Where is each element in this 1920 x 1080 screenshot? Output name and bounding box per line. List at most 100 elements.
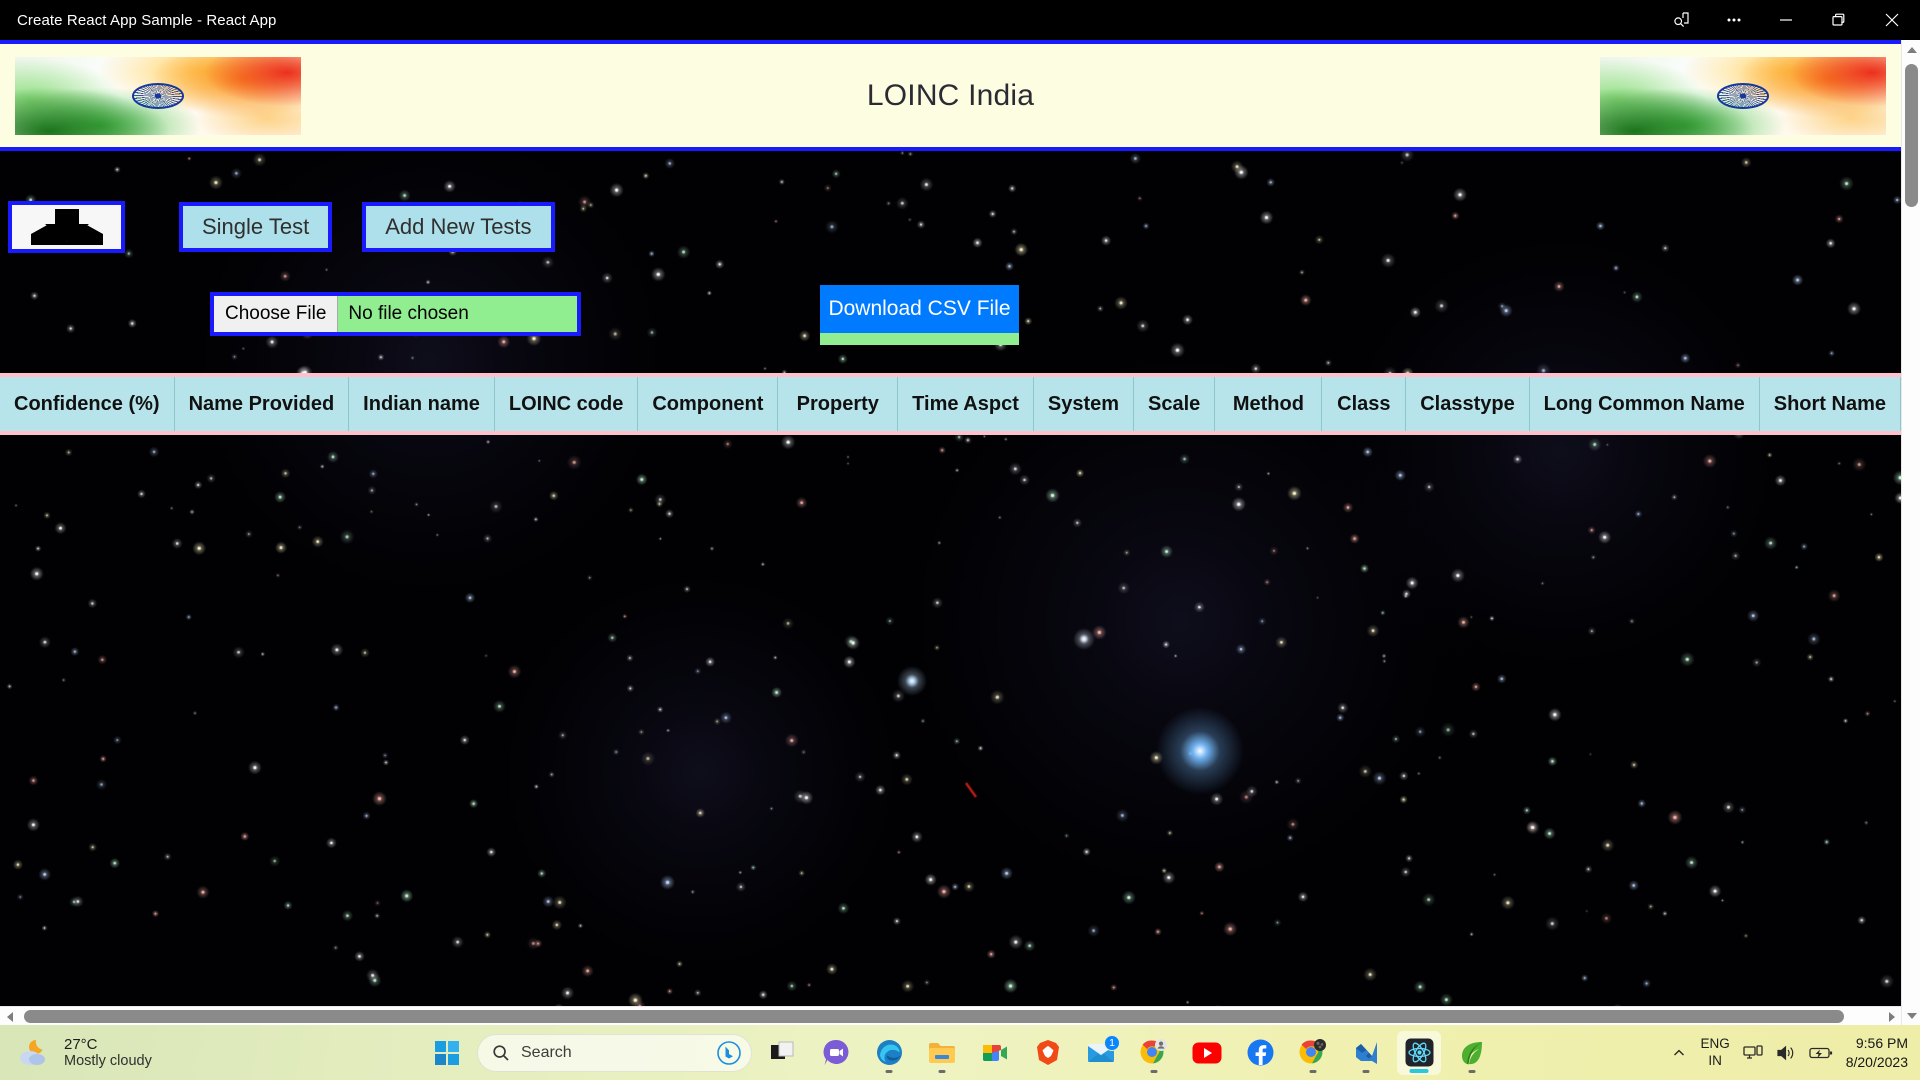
running-indicator [1151, 1070, 1158, 1073]
scroll-up-arrow-icon[interactable] [1902, 40, 1920, 59]
minimize-button[interactable] [1760, 0, 1812, 40]
vertical-scrollbar[interactable] [1901, 40, 1920, 1025]
taskbar-app-mail[interactable]: 1 [1079, 1031, 1123, 1075]
ashoka-chakra-icon [132, 83, 184, 109]
download-csv-button[interactable]: Download CSV File [820, 285, 1019, 333]
taskbar-app-microsoft-edge[interactable] [867, 1031, 911, 1075]
running-indicator [886, 1070, 893, 1073]
running-indicator [939, 1070, 946, 1073]
search-input[interactable]: Search [477, 1034, 752, 1072]
table-column-header[interactable]: Confidence (%) [0, 377, 175, 431]
chevron-up-icon[interactable] [1671, 1045, 1687, 1061]
toolbar: Single Test Add New Tests [0, 192, 1901, 262]
chrome-icon [1299, 1039, 1327, 1066]
taskbar-app-leaf-app[interactable] [1450, 1031, 1494, 1075]
taskbar-app-file-explorer[interactable] [920, 1031, 964, 1075]
table-column-header[interactable]: Component [638, 377, 778, 431]
taskbar-app-chat[interactable] [814, 1031, 858, 1075]
table-column-header[interactable]: System [1034, 377, 1134, 431]
ashoka-chakra-icon [1717, 83, 1769, 109]
system-tray: ENG IN 9:56 PM 8/20/2023 [1671, 1034, 1908, 1072]
single-test-button[interactable]: Single Test [179, 202, 332, 252]
taskbar-app-task-view[interactable] [761, 1031, 805, 1075]
leaf-icon [1459, 1040, 1485, 1066]
table-column-header[interactable]: Classtype [1406, 377, 1530, 431]
brave-icon [1035, 1039, 1061, 1066]
weather-temperature: 27°C [64, 1036, 152, 1053]
google-meet-icon [981, 1041, 1009, 1065]
upload-row: Choose File No file chosen Download CSV … [0, 285, 1901, 355]
table-column-header[interactable]: Short Name [1760, 377, 1901, 431]
horizontal-scrollbar[interactable] [0, 1006, 1901, 1025]
taskbar-app-youtube[interactable] [1185, 1031, 1229, 1075]
table-column-header[interactable]: LOINC code [495, 377, 638, 431]
table-header-row: Confidence (%)Name ProvidedIndian nameLO… [0, 377, 1901, 431]
table-column-header[interactable]: Property [778, 377, 898, 431]
scroll-down-arrow-icon[interactable] [1902, 1006, 1920, 1025]
taskbar-app-react-app[interactable] [1397, 1031, 1441, 1075]
youtube-icon [1192, 1042, 1222, 1064]
file-explorer-icon [928, 1041, 956, 1065]
taskbar: 27°C Mostly cloudy Search [0, 1025, 1920, 1080]
app-header: LOINC India [0, 40, 1901, 151]
taskbar-center-cluster: Search [426, 1031, 1494, 1075]
react-icon [1405, 1038, 1434, 1067]
starfield-background [0, 151, 1901, 1025]
taskbar-app-chrome-dark[interactable] [1291, 1031, 1335, 1075]
mail-badge: 1 [1104, 1035, 1120, 1051]
restore-button[interactable] [1812, 0, 1864, 40]
chat-icon [823, 1039, 850, 1066]
taskbar-app-chrome-profile[interactable] [1132, 1031, 1176, 1075]
page-title: LOINC India [867, 79, 1034, 113]
search-placeholder: Search [521, 1044, 706, 1062]
add-new-tests-button[interactable]: Add New Tests [362, 202, 554, 252]
facebook-icon [1247, 1039, 1274, 1066]
download-tray-icon-button[interactable] [8, 201, 125, 253]
table-column-header[interactable]: Long Common Name [1530, 377, 1760, 431]
table-column-header[interactable]: Method [1215, 377, 1322, 431]
windows-start-icon[interactable] [426, 1032, 468, 1074]
moon-cloud-icon [18, 1037, 52, 1067]
close-button[interactable] [1864, 0, 1920, 40]
clock[interactable]: 9:56 PM 8/20/2023 [1846, 1034, 1908, 1072]
snip-search-icon[interactable] [1656, 0, 1708, 40]
table-column-header[interactable]: Name Provided [175, 377, 350, 431]
search-icon [492, 1044, 510, 1062]
table-column-header[interactable]: Indian name [349, 377, 495, 431]
running-indicator [1310, 1070, 1317, 1073]
table-column-header[interactable]: Class [1322, 377, 1406, 431]
running-indicator [1363, 1070, 1370, 1073]
scroll-left-arrow-icon[interactable] [0, 1007, 19, 1026]
taskbar-app-google-meet[interactable] [973, 1031, 1017, 1075]
weather-widget[interactable]: 27°C Mostly cloudy [18, 1036, 208, 1070]
choose-file-button[interactable]: Choose File [214, 296, 338, 332]
file-status-text: No file chosen [338, 296, 478, 332]
network-icon[interactable] [1743, 1044, 1763, 1062]
taskbar-app-brave-browser[interactable] [1026, 1031, 1070, 1075]
clock-time: 9:56 PM [1846, 1034, 1908, 1053]
volume-icon[interactable] [1776, 1044, 1796, 1062]
taskbar-app-visual-studio-code[interactable] [1344, 1031, 1388, 1075]
table-column-header[interactable]: Scale [1134, 377, 1215, 431]
window-title: Create React App Sample - React App [17, 12, 276, 29]
results-table: Confidence (%)Name ProvidedIndian nameLO… [0, 373, 1901, 435]
bing-chat-icon[interactable] [717, 1041, 741, 1065]
running-indicator [1469, 1070, 1476, 1073]
weather-condition: Mostly cloudy [64, 1053, 152, 1070]
table-column-header[interactable]: Time Aspct [898, 377, 1034, 431]
window-title-bar: Create React App Sample - React App [0, 0, 1920, 40]
language-indicator[interactable]: ENG IN [1700, 1036, 1729, 1068]
scroll-right-arrow-icon[interactable] [1882, 1007, 1901, 1026]
download-tray-icon [29, 208, 105, 246]
vscode-icon [1353, 1039, 1380, 1066]
more-options-button[interactable] [1708, 0, 1760, 40]
task-view-icon [770, 1041, 796, 1065]
taskbar-app-facebook[interactable] [1238, 1031, 1282, 1075]
language-secondary: IN [1700, 1053, 1729, 1069]
file-input[interactable]: Choose File No file chosen [210, 292, 581, 336]
app-viewport: LOINC India Single Test Add New Tests Ch… [0, 40, 1920, 1025]
vertical-scrollbar-thumb[interactable] [1905, 64, 1918, 207]
battery-charging-icon[interactable] [1809, 1045, 1833, 1061]
weather-text: 27°C Mostly cloudy [64, 1036, 152, 1070]
horizontal-scrollbar-thumb[interactable] [24, 1010, 1844, 1023]
